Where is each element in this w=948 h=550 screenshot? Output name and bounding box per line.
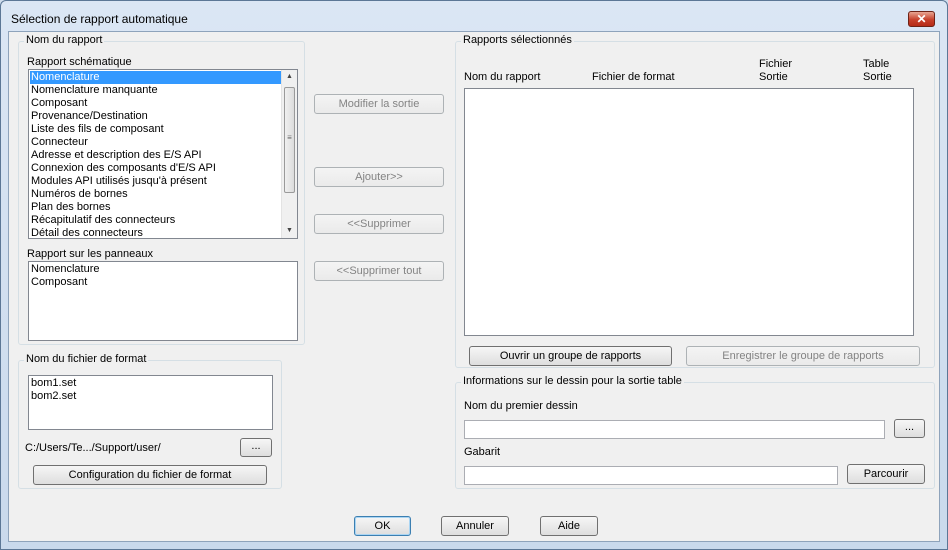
panel-report-item[interactable]: Nomenclature bbox=[30, 263, 290, 276]
column-header-format-file: Fichier de format bbox=[592, 71, 675, 83]
schematic-report-item[interactable]: Plan des bornes bbox=[30, 201, 282, 214]
ok-button[interactable]: OK bbox=[354, 516, 411, 536]
report-name-group: Nom du rapport Rapport schématique Nomen… bbox=[18, 34, 305, 345]
column-header-output-file-line1: Fichier bbox=[759, 58, 793, 70]
panel-report-list[interactable]: Nomenclature Composant bbox=[28, 261, 298, 341]
format-config-button[interactable]: Configuration du fichier de format bbox=[33, 465, 267, 485]
selected-reports-list[interactable] bbox=[464, 88, 914, 336]
cancel-button[interactable]: Annuler bbox=[441, 516, 509, 536]
close-button[interactable]: ✕ bbox=[908, 11, 935, 27]
schematic-list-scrollbar[interactable]: ▲ ≡ ▼ bbox=[281, 70, 297, 238]
format-file-path: C:/Users/Te.../Support/user/ bbox=[25, 442, 161, 454]
first-drawing-input[interactable] bbox=[464, 420, 885, 439]
selected-reports-group-title: Rapports sélectionnés bbox=[461, 34, 574, 46]
dialog-client-area: Nom du rapport Rapport schématique Nomen… bbox=[8, 31, 940, 542]
modify-output-button[interactable]: Modifier la sortie bbox=[314, 94, 444, 114]
remove-all-button[interactable]: <<Supprimer tout bbox=[314, 261, 444, 281]
format-file-item[interactable]: bom2.set bbox=[30, 390, 270, 403]
schematic-report-item[interactable]: Nomenclature manquante bbox=[30, 84, 282, 97]
panel-report-item[interactable]: Composant bbox=[30, 276, 290, 289]
format-file-group-title: Nom du fichier de format bbox=[24, 353, 149, 365]
column-header-output-table-line1: Table bbox=[863, 58, 890, 70]
report-name-group-title: Nom du rapport bbox=[24, 34, 105, 46]
format-file-list[interactable]: bom1.set bom2.set bbox=[28, 375, 273, 430]
first-drawing-label: Nom du premier dessin bbox=[464, 400, 578, 412]
format-browse-button[interactable]: ... bbox=[240, 438, 272, 457]
first-drawing-browse-button[interactable]: ... bbox=[894, 419, 925, 438]
template-browse-button[interactable]: Parcourir bbox=[847, 464, 925, 484]
template-label: Gabarit bbox=[464, 446, 501, 458]
schematic-report-item[interactable]: Connexion des composants d'E/S API bbox=[30, 162, 282, 175]
scroll-up-arrow-icon[interactable]: ▲ bbox=[282, 70, 297, 84]
template-input[interactable] bbox=[464, 466, 838, 485]
scroll-thumb[interactable]: ≡ bbox=[284, 87, 295, 193]
panel-report-label: Rapport sur les panneaux bbox=[27, 248, 153, 260]
schematic-report-item[interactable]: Détail des connecteurs bbox=[30, 227, 282, 238]
schematic-report-item[interactable]: Numéros de bornes bbox=[30, 188, 282, 201]
schematic-report-item[interactable]: Provenance/Destination bbox=[30, 110, 282, 123]
drawing-info-group: Informations sur le dessin pour la sorti… bbox=[455, 375, 935, 489]
save-report-group-button[interactable]: Enregistrer le groupe de rapports bbox=[686, 346, 920, 366]
schematic-report-item[interactable]: Adresse et description des E/S API bbox=[30, 149, 282, 162]
help-button[interactable]: Aide bbox=[540, 516, 598, 536]
schematic-report-item[interactable]: Liste des fils de composant bbox=[30, 123, 282, 136]
drawing-info-group-title: Informations sur le dessin pour la sorti… bbox=[461, 375, 684, 387]
dialog-window: Sélection de rapport automatique ✕ Nom d… bbox=[0, 0, 948, 550]
schematic-report-item[interactable]: Composant bbox=[30, 97, 282, 110]
column-header-output-table-line2: Sortie bbox=[863, 71, 892, 83]
schematic-report-label: Rapport schématique bbox=[27, 56, 132, 68]
schematic-report-item[interactable]: Nomenclature bbox=[30, 71, 282, 84]
schematic-report-list[interactable]: Nomenclature Nomenclature manquante Compos… bbox=[28, 69, 298, 239]
title-bar[interactable]: Sélection de rapport automatique ✕ bbox=[1, 1, 947, 30]
selected-reports-group: Rapports sélectionnés Nom du rapport Fic… bbox=[455, 34, 935, 368]
schematic-report-item[interactable]: Modules API utilisés jusqu'à présent bbox=[30, 175, 282, 188]
add-button[interactable]: Ajouter>> bbox=[314, 167, 444, 187]
column-header-report-name: Nom du rapport bbox=[464, 71, 541, 83]
schematic-report-item[interactable]: Récapitulatif des connecteurs bbox=[30, 214, 282, 227]
open-report-group-button[interactable]: Ouvrir un groupe de rapports bbox=[469, 346, 672, 366]
column-header-output-file-line2: Sortie bbox=[759, 71, 788, 83]
remove-button[interactable]: <<Supprimer bbox=[314, 214, 444, 234]
format-file-group: Nom du fichier de format bom1.set bom2.se… bbox=[18, 353, 282, 489]
window-title: Sélection de rapport automatique bbox=[11, 12, 188, 26]
scroll-down-arrow-icon[interactable]: ▼ bbox=[282, 224, 297, 238]
format-file-item[interactable]: bom1.set bbox=[30, 377, 270, 390]
schematic-report-item[interactable]: Connecteur bbox=[30, 136, 282, 149]
